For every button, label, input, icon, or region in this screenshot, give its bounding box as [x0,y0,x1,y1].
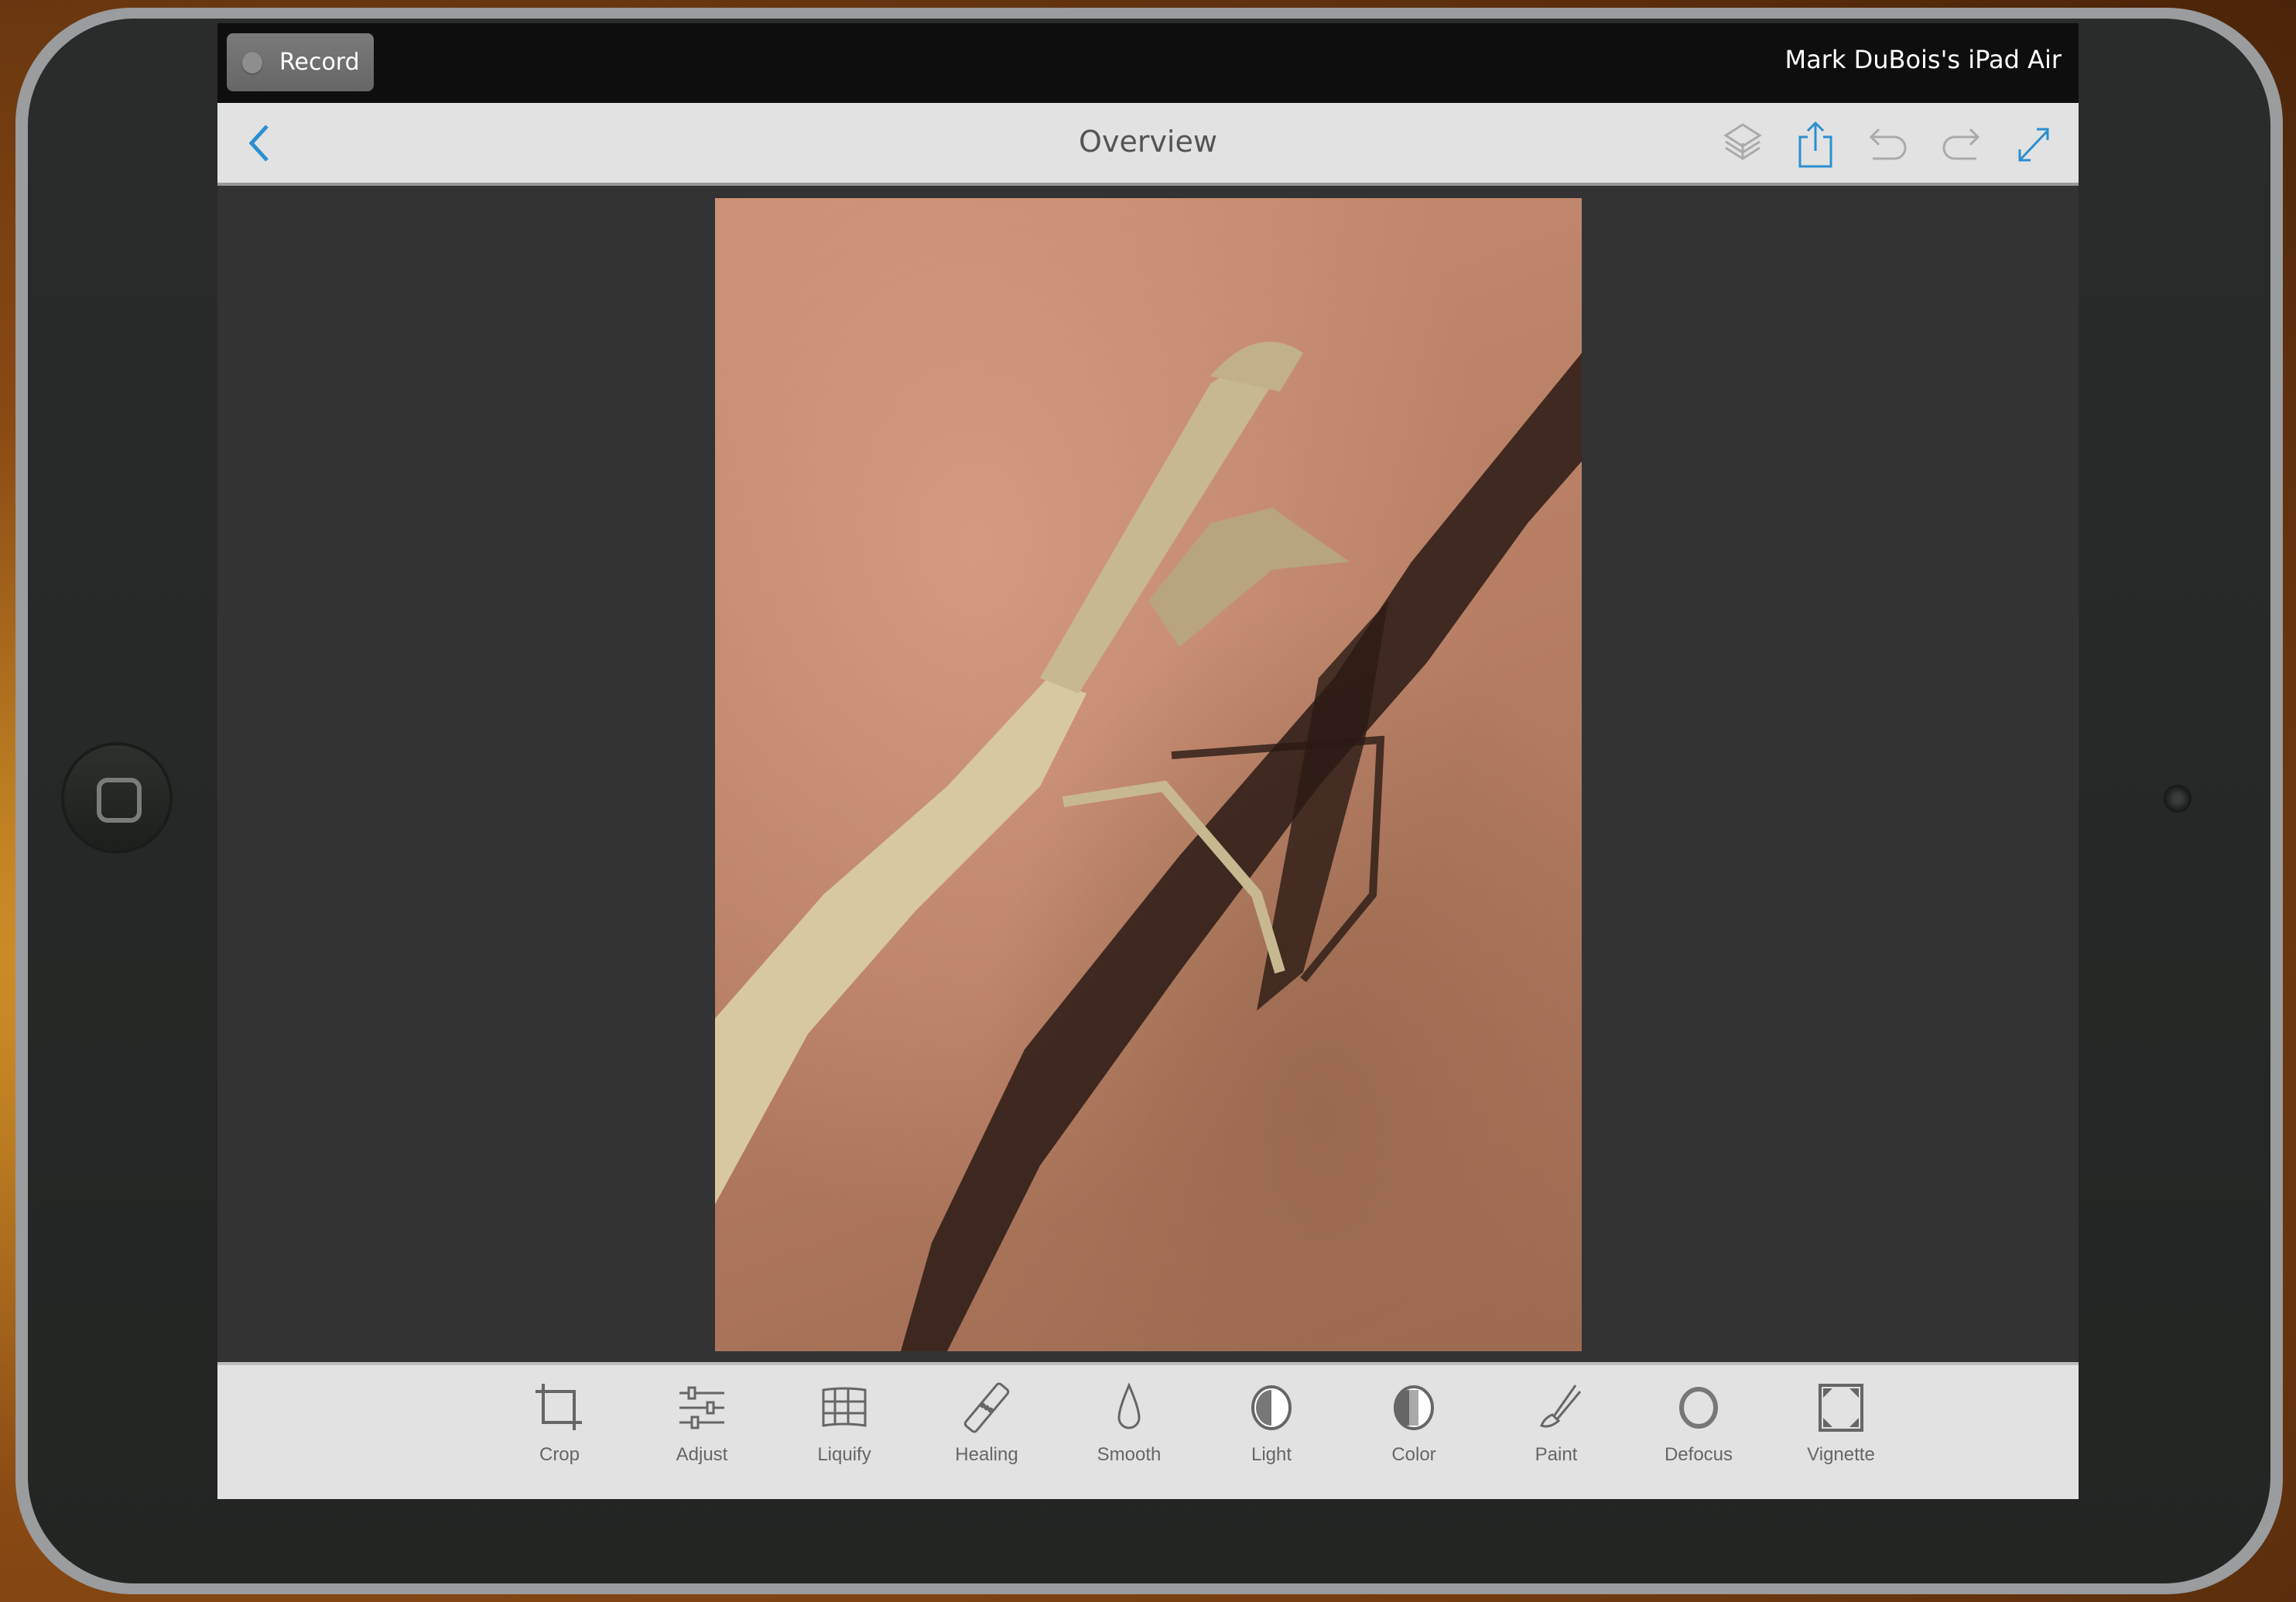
tool-label: Healing [955,1444,1018,1465]
record-label: Record [279,49,360,76]
sliders-icon [679,1386,724,1429]
camera-icon [2164,785,2192,813]
home-button[interactable] [64,745,169,851]
home-square-icon [97,778,142,823]
tool-paint[interactable]: Paint [1485,1381,1627,1466]
tool-crop[interactable]: Crop [488,1381,631,1466]
nav-bar: Overview [217,103,2079,186]
recording-bar: Record Mark DuBois's iPad Air [217,23,2079,103]
half-circle-icon [1251,1385,1292,1430]
share-button[interactable] [1794,120,1837,168]
tool-label: Light [1251,1444,1292,1465]
tool-healing[interactable]: Healing [915,1381,1058,1466]
tool-liquify[interactable]: Liquify [773,1381,915,1466]
photo-preview[interactable] [715,198,1582,1351]
vignette-icon [1819,1384,1863,1432]
undo-icon [1869,128,1907,160]
expand-icon [2018,128,2049,162]
layers-button[interactable] [1721,120,1764,168]
tool-defocus[interactable]: Defocus [1627,1381,1770,1466]
record-button[interactable]: Record [227,33,374,91]
tool-smooth[interactable]: Smooth [1058,1381,1200,1466]
tool-label: Adjust [676,1444,728,1465]
bandage-icon [963,1382,1010,1433]
color-circle-icon [1394,1385,1434,1430]
device-name: Mark DuBois's iPad Air [1784,45,2062,74]
tool-label: Liquify [817,1444,871,1465]
screen: Record Mark DuBois's iPad Air Overview C… [217,23,2079,1499]
fullscreen-button[interactable] [2012,120,2055,168]
tool-label: Crop [539,1444,580,1465]
editing-canvas [217,186,2079,1362]
share-icon [1798,121,1832,168]
crop-icon [536,1384,582,1430]
undo-button[interactable] [1867,120,1910,168]
tool-label: Paint [1535,1444,1578,1465]
brush-icon [1540,1385,1582,1428]
record-dot-icon [242,51,262,74]
tool-label: Defocus [1664,1444,1733,1465]
redo-button[interactable] [1939,120,1983,168]
circle-icon [1679,1387,1718,1429]
tool-light[interactable]: Light [1200,1381,1343,1466]
mantis-illustration [715,341,1582,1351]
tool-color[interactable]: Color [1343,1381,1485,1466]
droplet-icon [1117,1382,1141,1429]
tool-adjust[interactable]: Adjust [631,1381,773,1466]
redo-icon [1942,128,1980,160]
tools-toolbar: Crop Adjust Liquify Healing Smooth Light [217,1362,2079,1499]
tool-label: Smooth [1097,1444,1162,1465]
grid-warp-icon [822,1387,867,1427]
tool-vignette[interactable]: Vignette [1770,1381,1912,1466]
layers-icon [1723,123,1762,160]
tool-label: Vignette [1807,1444,1875,1465]
tool-label: Color [1391,1444,1436,1465]
